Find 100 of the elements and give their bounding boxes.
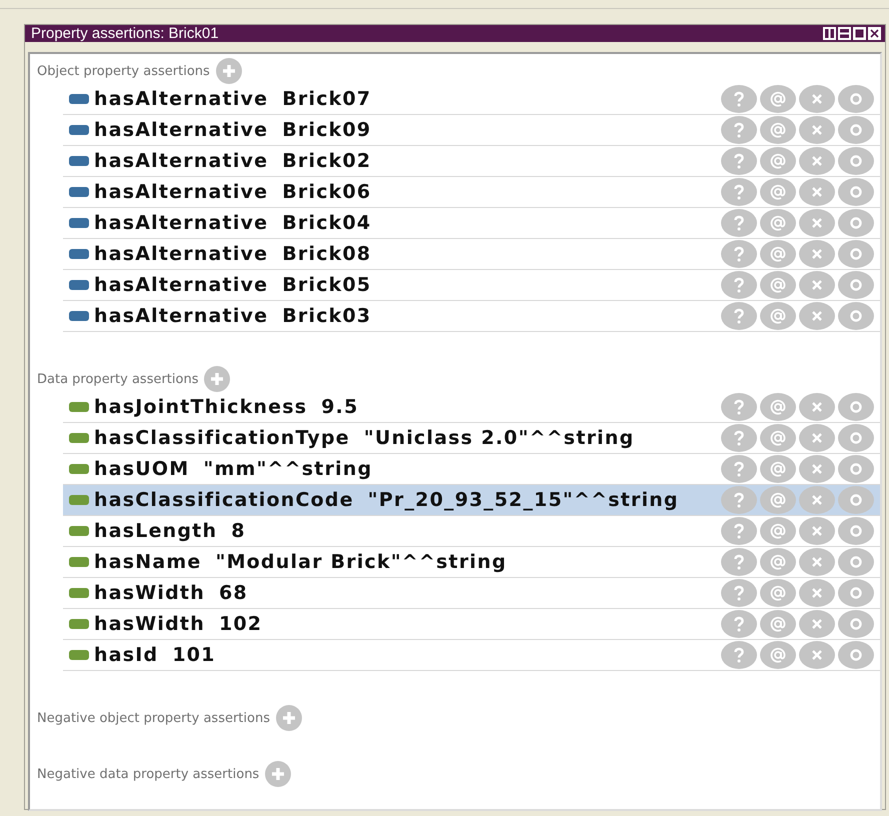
assertion-row[interactable]: hasJointThickness 9.5 xyxy=(63,392,880,423)
annotate-button[interactable] xyxy=(760,424,796,452)
edit-button[interactable] xyxy=(838,455,874,483)
assertion-row[interactable]: hasAlternative Brick02 xyxy=(63,146,880,177)
annotate-button[interactable] xyxy=(760,116,796,144)
edit-button[interactable] xyxy=(838,641,874,669)
help-button[interactable] xyxy=(721,579,757,607)
delete-button[interactable] xyxy=(799,302,835,330)
edit-button[interactable] xyxy=(838,302,874,330)
assertion-row[interactable]: hasClassificationCode "Pr_20_93_52_15"^^string xyxy=(63,485,880,516)
help-button[interactable] xyxy=(721,517,757,545)
help-button[interactable] xyxy=(721,548,757,576)
maximize-icon[interactable] xyxy=(853,27,866,40)
annotate-button[interactable] xyxy=(760,548,796,576)
annotate-button[interactable] xyxy=(760,641,796,669)
delete-button[interactable] xyxy=(799,486,835,514)
annotate-button[interactable] xyxy=(760,209,796,237)
help-button[interactable] xyxy=(721,393,757,421)
help-button[interactable] xyxy=(721,178,757,206)
delete-button[interactable] xyxy=(799,393,835,421)
help-button[interactable] xyxy=(721,302,757,330)
delete-button[interactable] xyxy=(799,147,835,175)
edit-button[interactable] xyxy=(838,486,874,514)
annotate-button[interactable] xyxy=(760,147,796,175)
minimize-icon[interactable] xyxy=(838,27,851,40)
assertion-row[interactable]: hasWidth 68 xyxy=(63,578,880,609)
question-icon xyxy=(733,554,745,570)
add-button[interactable] xyxy=(276,705,302,731)
assertion-row[interactable]: hasId 101 xyxy=(63,640,880,671)
delete-button[interactable] xyxy=(799,610,835,638)
question-icon xyxy=(733,461,745,477)
annotate-button[interactable] xyxy=(760,486,796,514)
delete-button[interactable] xyxy=(799,271,835,299)
delete-button[interactable] xyxy=(799,455,835,483)
annotate-button[interactable] xyxy=(760,271,796,299)
help-button[interactable] xyxy=(721,209,757,237)
assertion-row[interactable]: hasName "Modular Brick"^^string xyxy=(63,547,880,578)
help-button[interactable] xyxy=(721,271,757,299)
annotate-button[interactable] xyxy=(760,85,796,113)
edit-button[interactable] xyxy=(838,85,874,113)
help-button[interactable] xyxy=(721,610,757,638)
help-button[interactable] xyxy=(721,85,757,113)
assertion-row[interactable]: hasLength 8 xyxy=(63,516,880,547)
assertion-row[interactable]: hasClassificationType "Uniclass 2.0"^^string xyxy=(63,423,880,454)
help-button[interactable] xyxy=(721,486,757,514)
help-button[interactable] xyxy=(721,641,757,669)
help-button[interactable] xyxy=(721,240,757,268)
delete-button[interactable] xyxy=(799,641,835,669)
add-button[interactable] xyxy=(216,58,242,84)
property-name: hasAlternative xyxy=(94,181,268,203)
help-button[interactable] xyxy=(721,424,757,452)
edit-button[interactable] xyxy=(838,548,874,576)
help-button[interactable] xyxy=(721,147,757,175)
ring-icon xyxy=(849,92,863,106)
delete-button[interactable] xyxy=(799,116,835,144)
delete-button[interactable] xyxy=(799,579,835,607)
annotate-button[interactable] xyxy=(760,610,796,638)
edit-button[interactable] xyxy=(838,517,874,545)
assertion-row[interactable]: hasAlternative Brick03 xyxy=(63,301,880,332)
edit-button[interactable] xyxy=(838,240,874,268)
annotate-button[interactable] xyxy=(760,302,796,330)
property-name: hasAlternative xyxy=(94,88,268,110)
annotate-button[interactable] xyxy=(760,517,796,545)
annotate-button[interactable] xyxy=(760,240,796,268)
edit-button[interactable] xyxy=(838,579,874,607)
assertion-row[interactable]: hasWidth 102 xyxy=(63,609,880,640)
edit-button[interactable] xyxy=(838,116,874,144)
edit-button[interactable] xyxy=(838,393,874,421)
edit-button[interactable] xyxy=(838,424,874,452)
help-button[interactable] xyxy=(721,455,757,483)
assertion-row[interactable]: hasAlternative Brick06 xyxy=(63,177,880,208)
assertion-row[interactable]: hasAlternative Brick05 xyxy=(63,270,880,301)
delete-button[interactable] xyxy=(799,548,835,576)
add-button[interactable] xyxy=(265,761,292,787)
assertion-row[interactable]: hasAlternative Brick07 xyxy=(63,84,880,115)
annotate-button[interactable] xyxy=(760,178,796,206)
annotate-button[interactable] xyxy=(760,455,796,483)
delete-button[interactable] xyxy=(799,178,835,206)
help-button[interactable] xyxy=(721,116,757,144)
ring-icon xyxy=(849,278,863,292)
delete-button[interactable] xyxy=(799,424,835,452)
assertion-row[interactable]: hasAlternative Brick09 xyxy=(63,115,880,146)
edit-button[interactable] xyxy=(838,610,874,638)
property-value: Brick04 xyxy=(282,212,372,234)
annotate-button[interactable] xyxy=(760,393,796,421)
delete-button[interactable] xyxy=(799,517,835,545)
assertion-row[interactable]: hasAlternative Brick04 xyxy=(63,208,880,239)
close-icon[interactable] xyxy=(868,27,881,40)
delete-button[interactable] xyxy=(799,85,835,113)
add-button[interactable] xyxy=(204,366,230,392)
annotate-button[interactable] xyxy=(760,579,796,607)
split-icon[interactable] xyxy=(823,27,836,40)
edit-button[interactable] xyxy=(838,178,874,206)
delete-button[interactable] xyxy=(799,240,835,268)
edit-button[interactable] xyxy=(838,209,874,237)
assertion-row[interactable]: hasAlternative Brick08 xyxy=(63,239,880,270)
delete-button[interactable] xyxy=(799,209,835,237)
edit-button[interactable] xyxy=(838,147,874,175)
property-icon xyxy=(69,619,89,629)
edit-button[interactable] xyxy=(838,271,874,299)
